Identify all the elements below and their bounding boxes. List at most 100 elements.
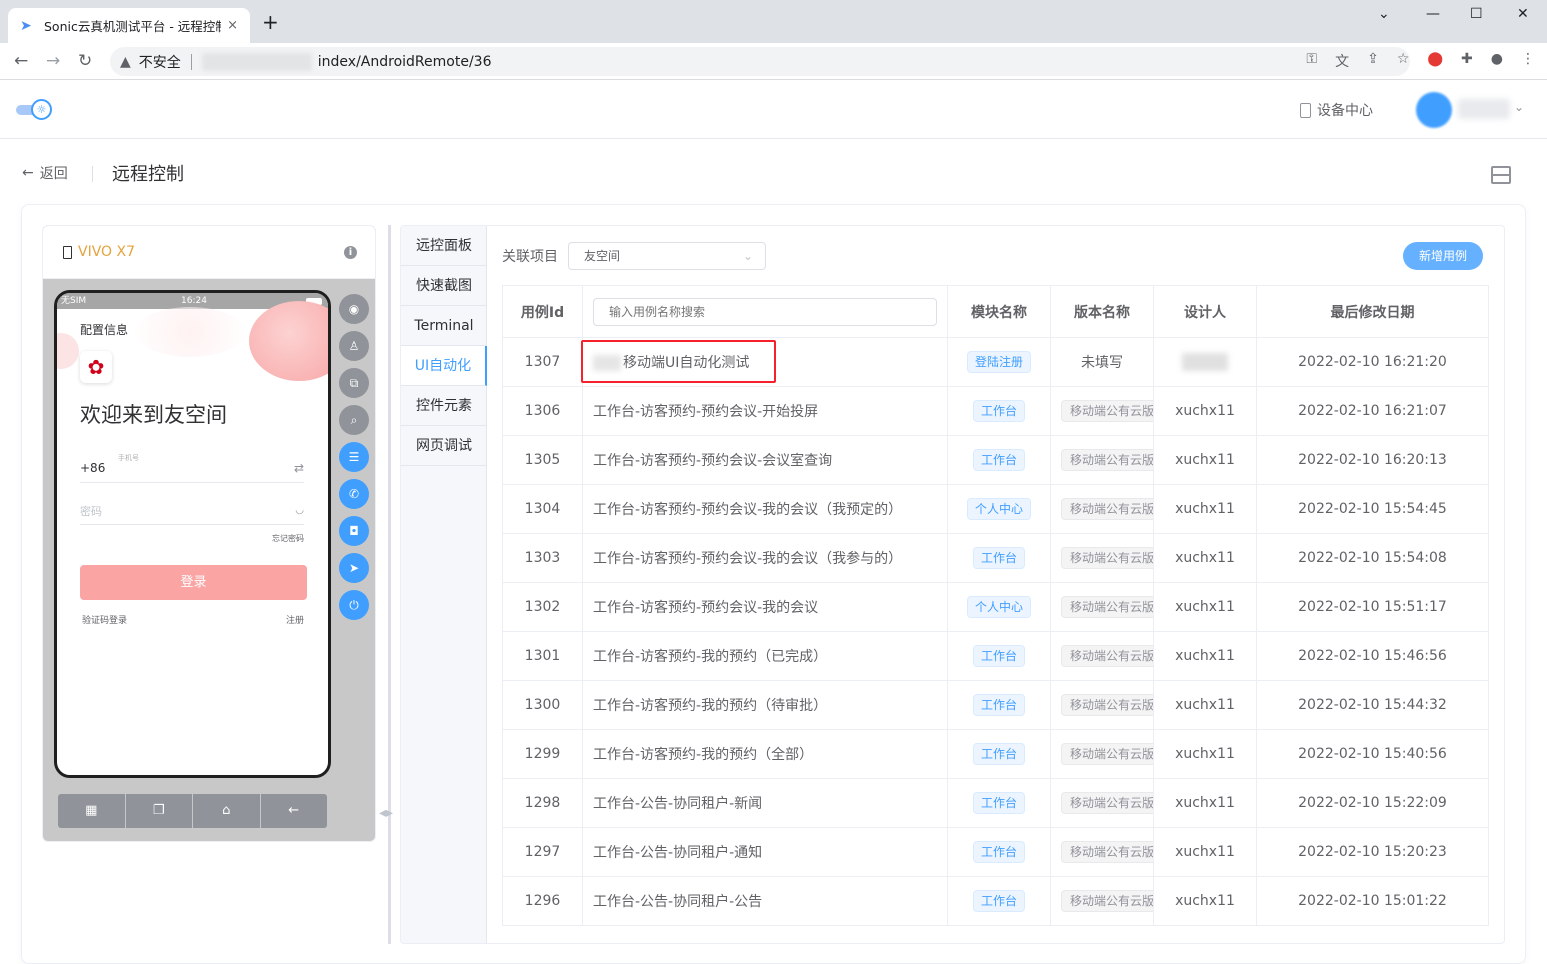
table-row[interactable]: 1301 工作台-访客预约-我的预约（已完成） 工作台 移动端公有云版 xuchx11 2…: [502, 631, 1489, 681]
back-button[interactable]: ← 返回: [22, 163, 68, 183]
table-row[interactable]: 1305 工作台-访客预约-预约会议-会议室查询 工作台 移动端公有云版 xuchx11…: [502, 435, 1489, 485]
table-row[interactable]: 1307 移动端UI自动化测试 登陆注册 未填写 2022-02-10 16:21:20: [502, 337, 1489, 387]
puzzle-icon[interactable]: ✚: [1461, 51, 1473, 71]
eye-closed-icon[interactable]: ◡: [295, 505, 304, 516]
recent-apps-key[interactable]: ❐: [126, 794, 193, 828]
country-code[interactable]: +86: [80, 461, 105, 475]
search-icon[interactable]: ⌕: [339, 405, 369, 435]
drag-handle-icon[interactable]: ◂▸: [379, 805, 393, 821]
reload-icon[interactable]: ↻: [78, 51, 92, 71]
extension-red-icon[interactable]: ⬤: [1427, 51, 1443, 71]
table-row[interactable]: 1298 工作台-公告-协同租户-新闻 工作台 移动端公有云版 xuchx11 2022-…: [502, 778, 1489, 828]
kebab-menu-icon[interactable]: ⋮: [1521, 51, 1535, 71]
designer-cell: xuchx11: [1153, 876, 1257, 926]
back-key[interactable]: ←: [261, 794, 328, 828]
case-id: 1304: [524, 501, 561, 517]
case-name-cell[interactable]: 工作台-访客预约-预约会议-开始投屏: [582, 386, 948, 436]
case-name-cell[interactable]: 工作台-访客预约-预约会议-我的会议: [582, 582, 948, 632]
avatar[interactable]: [1416, 92, 1452, 128]
device-nav-keys: ▦ ❐ ⌂ ←: [58, 794, 327, 828]
star-icon[interactable]: ☆: [1397, 51, 1410, 71]
sonic-logo[interactable]: ☼: [16, 99, 52, 121]
maximize-icon[interactable]: ☐: [1470, 6, 1483, 22]
copy-icon[interactable]: ⧉: [339, 368, 369, 398]
case-name-cell[interactable]: 工作台-公告-协同租户-通知: [582, 827, 948, 877]
config-info[interactable]: 配置信息: [80, 321, 128, 338]
phone-call-icon[interactable]: ✆: [339, 479, 369, 509]
case-name: 工作台-访客预约-我的预约（待审批）: [593, 698, 828, 714]
table-row[interactable]: 1300 工作台-访客预约-我的预约（待审批） 工作台 移动端公有云版 xuchx11 2…: [502, 680, 1489, 730]
address-bar[interactable]: ▲ 不安全 index/AndroidRemote/36: [110, 47, 1410, 76]
minimize-icon[interactable]: —: [1426, 6, 1440, 22]
tab-remote-panel[interactable]: 远控面板: [401, 226, 487, 266]
panel-splitter[interactable]: [388, 225, 391, 944]
tab-quick-screenshot[interactable]: 快速截图: [401, 266, 487, 306]
tab-ui-automation[interactable]: UI自动化: [401, 346, 487, 386]
tab-controls[interactable]: 控件元素: [401, 386, 487, 426]
table-row[interactable]: 1299 工作台-访客预约-我的预约（全部） 工作台 移动端公有云版 xuchx11 20…: [502, 729, 1489, 779]
module-tag: 工作台: [972, 841, 1025, 863]
table-row[interactable]: 1296 工作台-公告-协同租户-公告 工作台 移动端公有云版 xuchx11 2022-…: [502, 876, 1489, 926]
tab-terminal[interactable]: Terminal: [401, 306, 487, 346]
redacted-username[interactable]: [1458, 99, 1510, 119]
table-row[interactable]: 1306 工作台-访客预约-预约会议-开始投屏 工作台 移动端公有云版 xuchx11 2…: [502, 386, 1489, 436]
close-window-icon[interactable]: ✕: [1517, 6, 1529, 22]
page-header: ← 返回 远程控制: [0, 140, 1547, 204]
app-switch-key[interactable]: ▦: [58, 794, 126, 828]
designer: xuchx11: [1175, 452, 1235, 468]
case-name-cell[interactable]: 工作台-公告-协同租户-新闻: [582, 778, 948, 828]
device-screen[interactable]: 无SIM 16:24 配置信息 ✿ 欢迎来到友空间 +86 手机号 ⇄ 密码 ◡…: [54, 290, 331, 778]
tab-search-chevron-icon[interactable]: ⌄: [1378, 6, 1390, 22]
device-center-link[interactable]: 设备中心: [1300, 100, 1373, 120]
col-header-id: 用例Id: [502, 285, 583, 338]
table-row[interactable]: 1303 工作台-访客预约-预约会议-我的会议（我参与的） 工作台 移动端公有云版 xu…: [502, 533, 1489, 583]
tab-web-debug[interactable]: 网页调试: [401, 426, 487, 466]
location-arrow-icon[interactable]: ➤: [339, 553, 369, 583]
case-name-cell[interactable]: 工作台-访客预约-我的预约（全部）: [582, 729, 948, 779]
project-select[interactable]: 友空间 ⌄: [568, 242, 766, 270]
case-name-cell[interactable]: 工作台-访客预约-预约会议-我的会议（我参与的）: [582, 533, 948, 583]
table-row[interactable]: 1297 工作台-公告-协同租户-通知 工作台 移动端公有云版 xuchx11 2022-…: [502, 827, 1489, 877]
case-id-cell: 1297: [502, 827, 583, 877]
key-icon[interactable]: ⚿: [1306, 51, 1317, 71]
case-name-cell[interactable]: 移动端UI自动化测试: [582, 337, 948, 387]
translate-icon[interactable]: 文: [1335, 51, 1349, 71]
version-cell: 移动端公有云版: [1050, 386, 1154, 436]
case-name-cell[interactable]: 工作台-访客预约-预约会议-我的会议（我预定的）: [582, 484, 948, 534]
table-header-row: 用例Id 模块名称 版本名称 设计人 最后修改日期: [502, 285, 1489, 338]
browser-tab[interactable]: ➤ Sonic云真机测试平台 - 远程控制 ×: [8, 8, 250, 43]
sliders-icon[interactable]: ☰: [339, 442, 369, 472]
power-icon[interactable]: ⏻: [339, 590, 369, 620]
tab-title: Sonic云真机测试平台 - 远程控制: [44, 19, 222, 34]
new-tab-button[interactable]: +: [262, 12, 279, 32]
modified-cell: 2022-02-10 15:01:22: [1256, 876, 1489, 926]
forward-arrow-icon[interactable]: →: [46, 51, 60, 71]
share-icon[interactable]: ⇪: [1367, 51, 1379, 71]
case-name-cell[interactable]: 工作台-访客预约-我的预约（待审批）: [582, 680, 948, 730]
camera-icon[interactable]: ◘: [339, 516, 369, 546]
profile-icon[interactable]: ●: [1491, 51, 1503, 71]
eye-icon[interactable]: ◉: [339, 294, 369, 324]
table-row[interactable]: 1302 工作台-访客预约-预约会议-我的会议 个人中心 移动端公有云版 xuchx11…: [502, 582, 1489, 632]
phone-field[interactable]: +86 手机号 ⇄: [80, 451, 304, 483]
password-field[interactable]: 密码 ◡: [80, 499, 304, 525]
user-icon[interactable]: ♙: [339, 331, 369, 361]
register-link[interactable]: 注册: [286, 613, 304, 626]
module-tag: 工作台: [972, 890, 1025, 912]
forgot-password-link[interactable]: 忘记密码: [272, 533, 304, 544]
back-arrow-icon[interactable]: ←: [14, 51, 28, 71]
case-search-input[interactable]: [593, 297, 937, 326]
info-icon[interactable]: i: [344, 246, 357, 259]
sms-login-link[interactable]: 验证码登录: [82, 613, 127, 626]
home-key[interactable]: ⌂: [193, 794, 261, 828]
case-name-cell[interactable]: 工作台-访客预约-预约会议-会议室查询: [582, 435, 948, 485]
chevron-down-icon[interactable]: ⌄: [1514, 100, 1524, 114]
add-case-button[interactable]: 新增用例: [1403, 242, 1483, 270]
layout-toggle-icon[interactable]: [1491, 166, 1511, 184]
tab-close-icon[interactable]: ×: [227, 18, 238, 33]
case-name-cell[interactable]: 工作台-公告-协同租户-公告: [582, 876, 948, 926]
login-button[interactable]: 登录: [80, 565, 307, 600]
swap-icon[interactable]: ⇄: [294, 461, 304, 475]
table-row[interactable]: 1304 工作台-访客预约-预约会议-我的会议（我预定的） 个人中心 移动端公有云版 x…: [502, 484, 1489, 534]
case-name-cell[interactable]: 工作台-访客预约-我的预约（已完成）: [582, 631, 948, 681]
